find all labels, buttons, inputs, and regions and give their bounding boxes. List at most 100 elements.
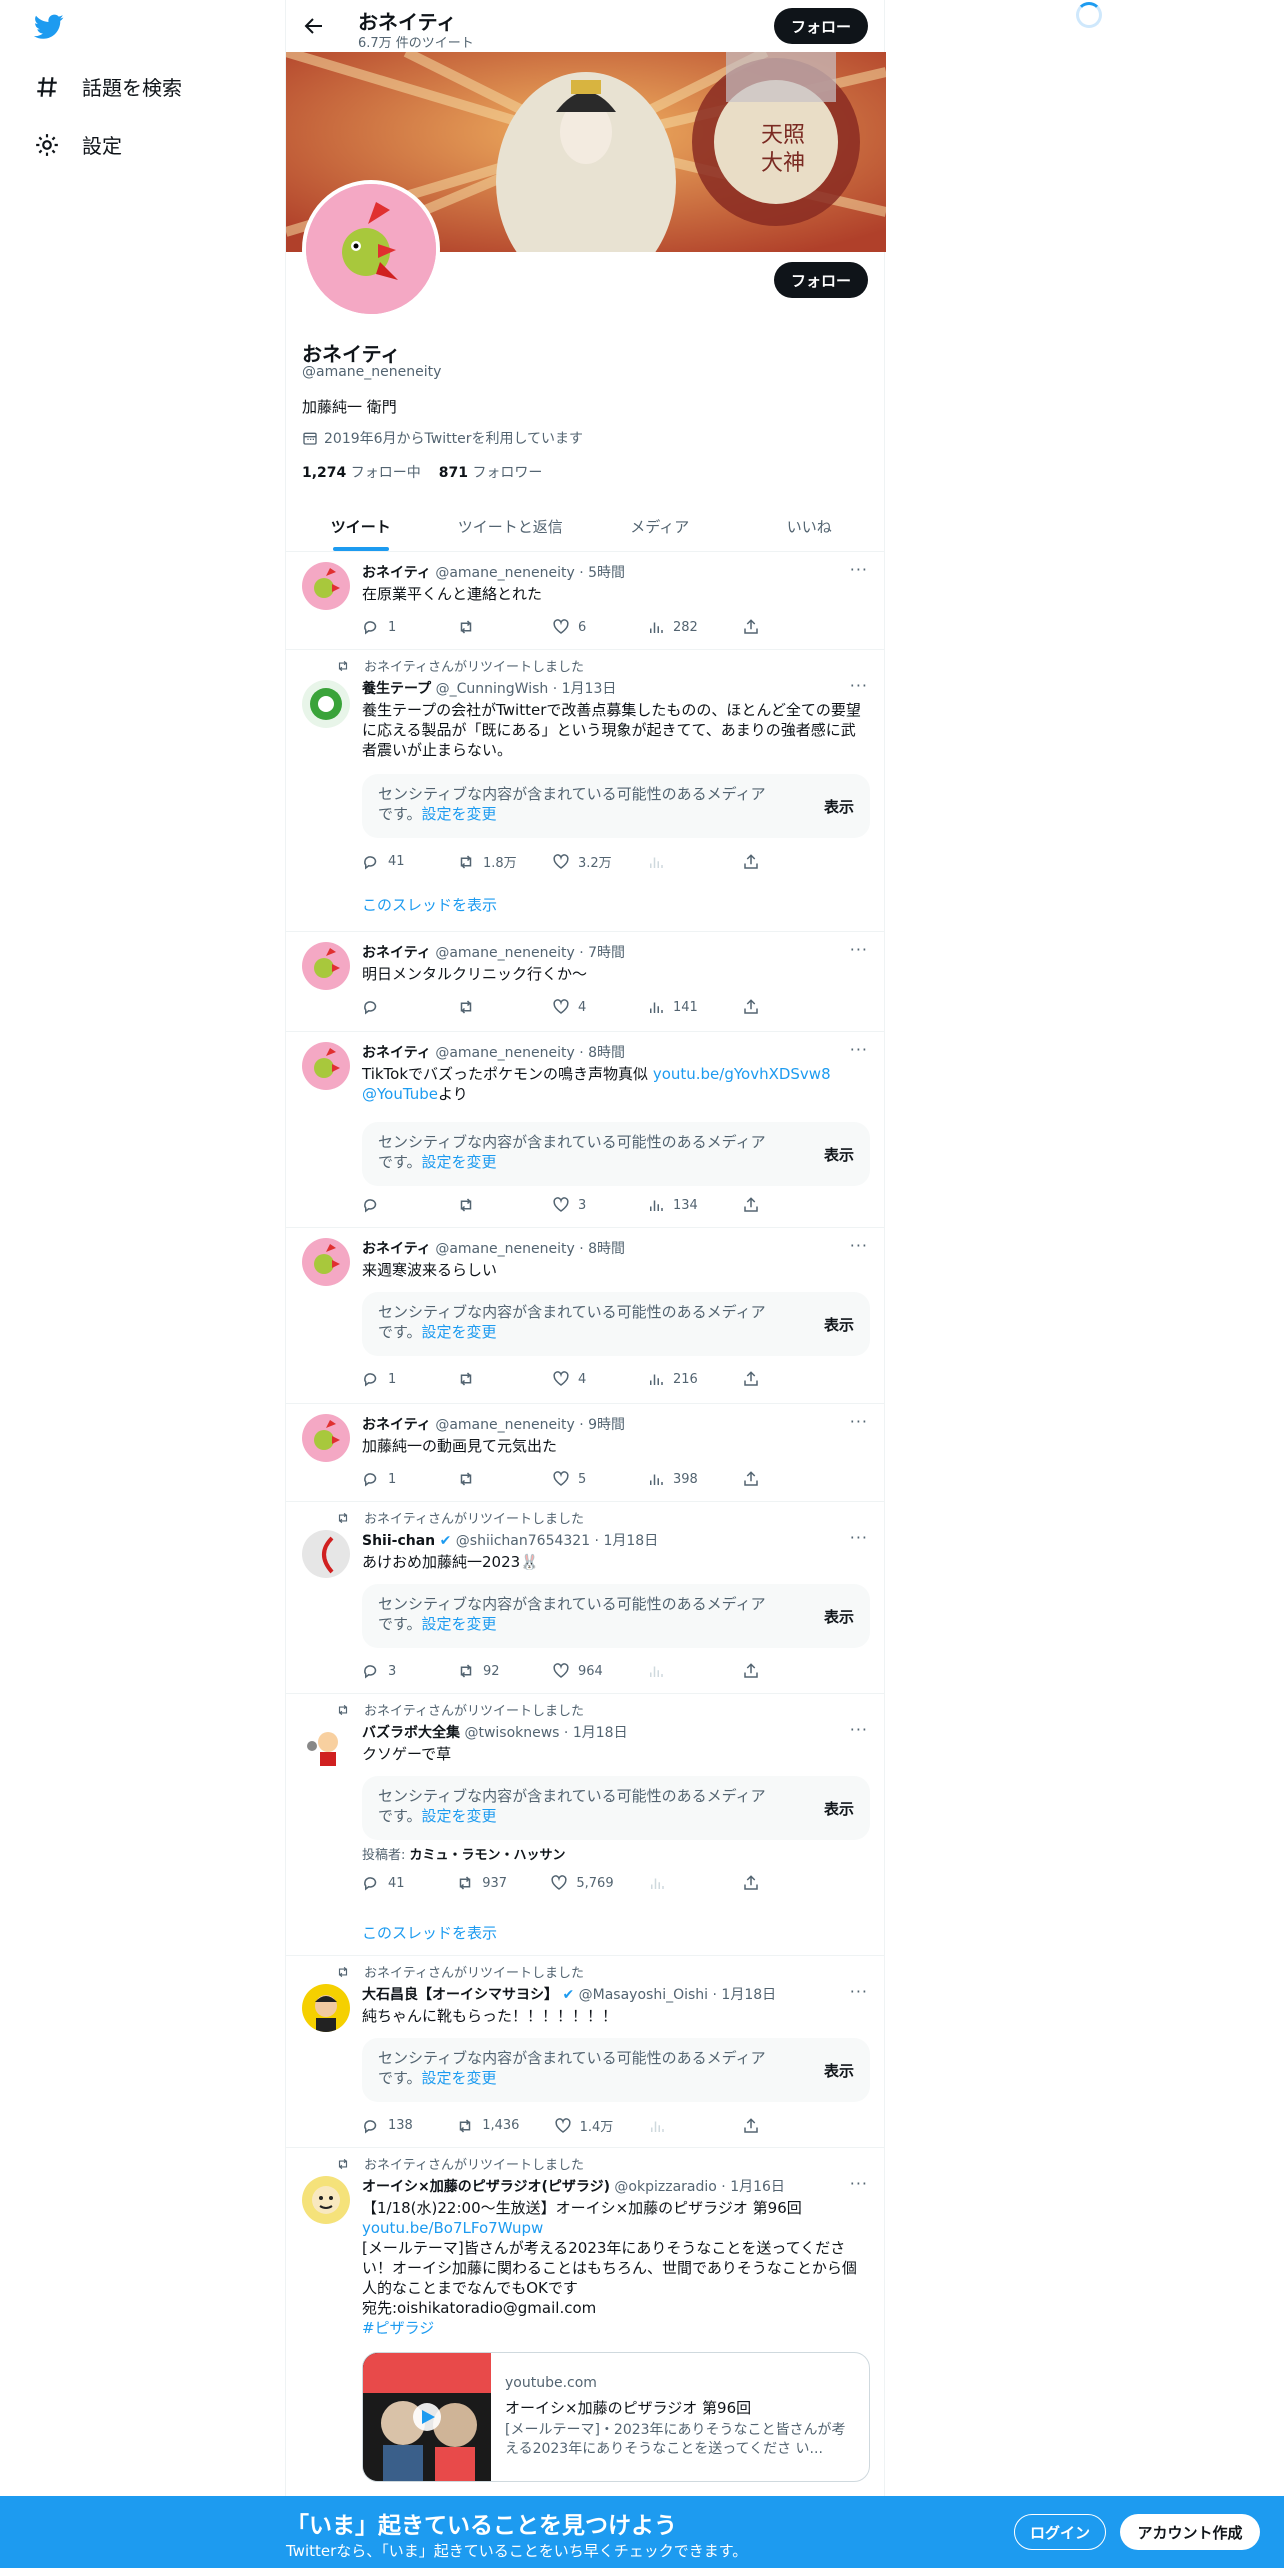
tweet[interactable]: おネイティさんがリツイートしました バズラボ大全集 @twisoknews · …	[286, 1694, 884, 1956]
tweet-time[interactable]: 7時間	[588, 945, 625, 961]
tweet-time[interactable]: 1月18日	[573, 1725, 628, 1741]
reply-button[interactable]: 41	[362, 1874, 422, 1892]
more-icon[interactable]: ···	[850, 1412, 868, 1431]
tweet-author-handle[interactable]: @shiichan7654321	[456, 1533, 590, 1549]
tweet[interactable]: おネイティさんがリツイートしました 養生テープ @_CunningWish · …	[286, 650, 884, 932]
show-media-button[interactable]: 表示	[824, 1798, 854, 1819]
tweet-author-name[interactable]: Shii-chan	[362, 1533, 435, 1549]
show-media-button[interactable]: 表示	[824, 1144, 854, 1165]
share-button[interactable]	[742, 852, 802, 871]
tweet-author-handle[interactable]: @_CunningWish	[436, 681, 549, 697]
avatar[interactable]	[302, 562, 350, 610]
views-button[interactable]: 216	[647, 1370, 707, 1388]
share-button[interactable]	[742, 1196, 802, 1214]
following-link[interactable]: 1,274 フォロー中	[302, 462, 421, 482]
like-button[interactable]: 3	[552, 1196, 612, 1214]
tweet-time[interactable]: 1月18日	[603, 1533, 658, 1549]
share-button[interactable]	[742, 2116, 802, 2135]
tweet-time[interactable]: 5時間	[588, 565, 625, 581]
profile-avatar[interactable]	[302, 180, 440, 318]
more-icon[interactable]: ···	[850, 1528, 868, 1547]
change-settings-link[interactable]: 設定を変更	[422, 805, 497, 823]
more-icon[interactable]: ···	[850, 2174, 868, 2193]
like-button[interactable]: 6	[552, 618, 612, 636]
change-settings-link[interactable]: 設定を変更	[422, 1153, 497, 1171]
share-button[interactable]	[742, 1662, 802, 1680]
tweet-link[interactable]: youtu.be/gYovhXDSvw8	[653, 1065, 831, 1083]
tweet[interactable]: おネイティ @amane_neneneity · 8時間 ··· 来週寒波来るら…	[286, 1228, 884, 1404]
avatar[interactable]	[302, 1530, 350, 1578]
reply-button[interactable]: 138	[362, 2116, 422, 2135]
reply-button[interactable]: 1	[362, 1470, 422, 1488]
retweet-button[interactable]: 1.8万	[457, 852, 517, 871]
more-icon[interactable]: ···	[850, 676, 868, 695]
nav-explore[interactable]: 話題を検索	[34, 72, 182, 101]
avatar[interactable]	[302, 942, 350, 990]
tweet-time[interactable]: 1月13日	[562, 681, 617, 697]
reply-button[interactable]	[362, 1196, 422, 1214]
reply-button[interactable]: 3	[362, 1662, 422, 1680]
show-media-button[interactable]: 表示	[824, 1606, 854, 1627]
avatar[interactable]	[302, 680, 350, 728]
twitter-logo-icon[interactable]	[34, 14, 64, 40]
login-button[interactable]: ログイン	[1014, 2514, 1106, 2550]
share-button[interactable]	[742, 1370, 802, 1388]
signup-button[interactable]: アカウント作成	[1120, 2514, 1260, 2550]
tweet-author-name[interactable]: 養生テープ	[362, 681, 431, 697]
share-button[interactable]	[742, 618, 802, 636]
views-button[interactable]	[648, 2116, 708, 2135]
more-icon[interactable]: ···	[850, 560, 868, 579]
reply-button[interactable]: 41	[362, 852, 422, 871]
show-thread-link[interactable]: このスレッドを表示	[362, 894, 497, 915]
back-arrow-icon[interactable]	[302, 14, 326, 38]
tweet-author-name[interactable]: おネイティ	[362, 565, 431, 581]
share-button[interactable]	[742, 1470, 802, 1488]
like-button[interactable]: 3.2万	[552, 852, 612, 871]
tweet-time[interactable]: 1月18日	[721, 1987, 776, 2003]
tweet-hashtag[interactable]: #ピザラジ	[362, 2318, 870, 2338]
tweet-author-name[interactable]: おネイティ	[362, 1241, 431, 1257]
tweet-author-name[interactable]: おネイティ	[362, 945, 431, 961]
change-settings-link[interactable]: 設定を変更	[422, 1323, 497, 1341]
tab-media[interactable]: メディア	[585, 502, 735, 551]
views-button[interactable]: 141	[647, 998, 707, 1016]
show-thread-link[interactable]: このスレッドを表示	[362, 1922, 497, 1943]
retweet-button[interactable]	[457, 998, 517, 1016]
tweet-time[interactable]: 9時間	[588, 1417, 625, 1433]
like-button[interactable]: 5,769	[550, 1874, 614, 1892]
like-button[interactable]: 1.4万	[554, 2116, 614, 2135]
tweet-author-handle[interactable]: @amane_neneneity	[435, 565, 574, 581]
poster-name[interactable]: カミュ・ラモン・ハッサン	[410, 1848, 566, 1863]
avatar[interactable]	[302, 2176, 350, 2224]
more-icon[interactable]: ···	[850, 1236, 868, 1255]
tweet-author-handle[interactable]: @amane_neneneity	[435, 1045, 574, 1061]
views-button[interactable]	[647, 1662, 707, 1680]
nav-settings[interactable]: 設定	[34, 130, 122, 159]
show-media-button[interactable]: 表示	[824, 796, 854, 817]
retweet-button[interactable]	[457, 1370, 517, 1388]
avatar[interactable]	[302, 1722, 350, 1770]
tab-tweets[interactable]: ツイート	[286, 502, 436, 551]
retweet-button[interactable]: 1,436	[456, 2116, 519, 2135]
tweet-author-name[interactable]: バズラボ大全集	[362, 1725, 460, 1741]
tweet[interactable]: おネイティさんがリツイートしました オーイシ×加藤のピザラジオ(ピザラジ) @o…	[286, 2148, 884, 2496]
tab-tweets-and-replies[interactable]: ツイートと返信	[436, 502, 586, 551]
header-follow-button[interactable]: フォロー	[774, 8, 868, 44]
tweet-time[interactable]: 1月16日	[730, 2179, 785, 2195]
link-card[interactable]: youtube.com オーイシ×加藤のピザラジオ 第96回 [メールテーマ]・…	[362, 2352, 870, 2482]
like-button[interactable]: 4	[552, 998, 612, 1016]
more-icon[interactable]: ···	[850, 1720, 868, 1739]
tweet-time[interactable]: 8時間	[588, 1241, 625, 1257]
retweet-button[interactable]	[457, 618, 517, 636]
avatar[interactable]	[302, 1042, 350, 1090]
tab-likes[interactable]: いいね	[735, 502, 885, 551]
tweet-author-handle[interactable]: @okpizzaradio	[614, 2179, 716, 2195]
like-button[interactable]: 4	[552, 1370, 612, 1388]
tweet-author-name[interactable]: おネイティ	[362, 1417, 431, 1433]
retweet-button[interactable]: 937	[456, 1874, 516, 1892]
tweet-author-name[interactable]: 大石昌良【オーイシマサヨシ】	[362, 1987, 558, 2003]
avatar[interactable]	[302, 1984, 350, 2032]
tweet-author-handle[interactable]: @amane_neneneity	[435, 945, 574, 961]
followers-link[interactable]: 871 フォロワー	[439, 462, 543, 482]
avatar[interactable]	[302, 1238, 350, 1286]
